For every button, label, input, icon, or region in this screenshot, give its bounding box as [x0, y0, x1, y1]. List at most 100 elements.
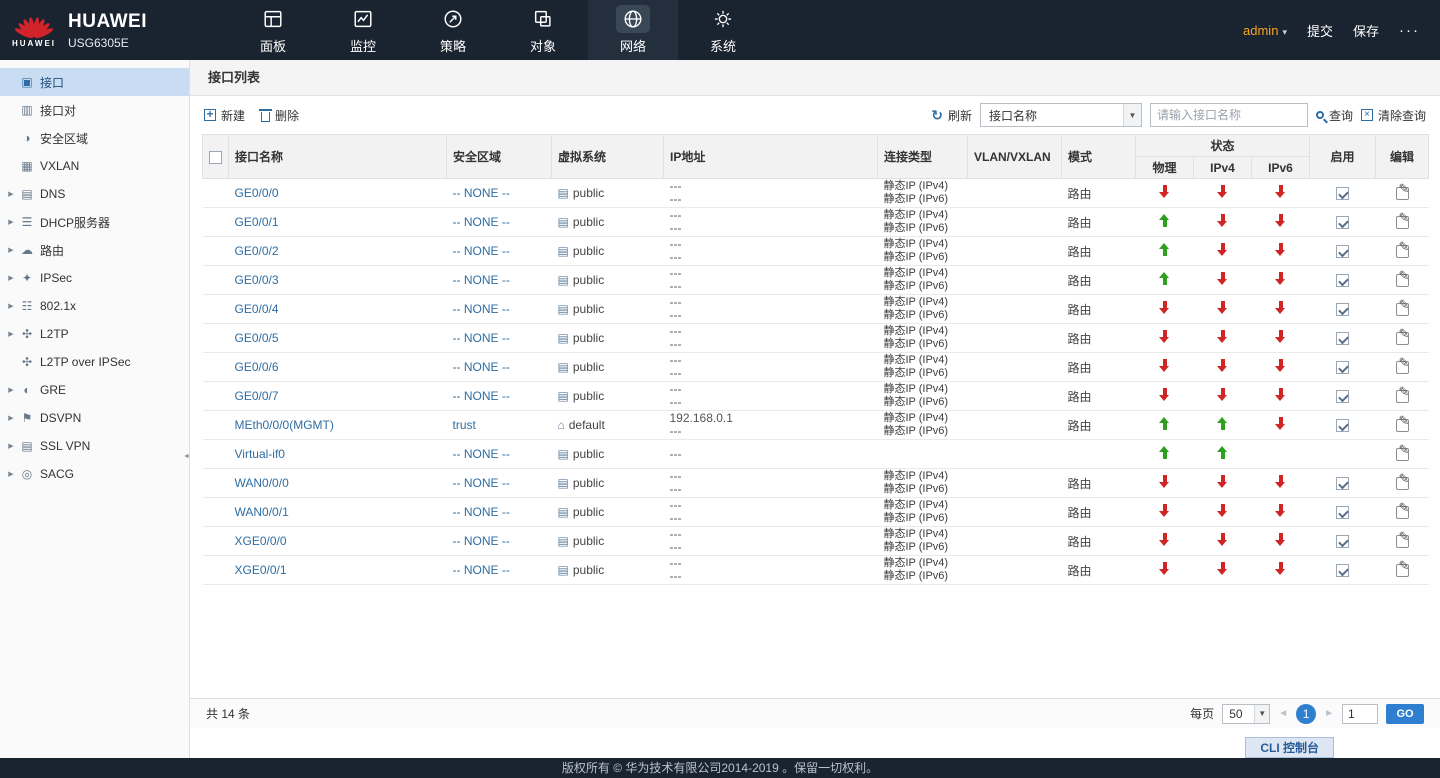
edit-icon[interactable]	[1396, 245, 1409, 258]
enable-checkbox[interactable]	[1336, 506, 1349, 519]
sidebar-item-l2tp-over-ipsec[interactable]: ▶ ✣ L2TP over IPSec	[0, 348, 189, 376]
zone-link[interactable]: -- NONE --	[453, 302, 510, 316]
edit-icon[interactable]	[1396, 564, 1409, 577]
interface-name-link[interactable]: XGE0/0/0	[235, 534, 287, 548]
per-page-select[interactable]: 50 ▼	[1222, 704, 1270, 724]
sidebar-item-sacg[interactable]: ▶ ◎ SACG	[0, 460, 189, 488]
expand-caret-icon[interactable]: ▶	[0, 470, 18, 478]
expand-caret-icon[interactable]: ▶	[0, 442, 18, 450]
prev-page-button[interactable]: ◄	[1278, 708, 1288, 719]
edit-icon[interactable]	[1396, 303, 1409, 316]
enable-checkbox[interactable]	[1336, 332, 1349, 345]
save-button[interactable]: 保存	[1353, 21, 1379, 40]
sidebar-item-l2tp[interactable]: ▶ ✣ L2TP	[0, 320, 189, 348]
nav-tab-policy[interactable]: 策略	[408, 0, 498, 60]
expand-caret-icon[interactable]: ▶	[0, 274, 18, 282]
select-all-checkbox[interactable]	[209, 151, 222, 164]
expand-caret-icon[interactable]: ▶	[0, 330, 18, 338]
interface-name-link[interactable]: WAN0/0/0	[235, 476, 289, 490]
enable-checkbox[interactable]	[1336, 187, 1349, 200]
query-button[interactable]: 查询	[1316, 107, 1353, 124]
edit-icon[interactable]	[1396, 448, 1409, 461]
enable-checkbox[interactable]	[1336, 274, 1349, 287]
interface-name-link[interactable]: GE0/0/2	[235, 244, 279, 258]
edit-icon[interactable]	[1396, 361, 1409, 374]
clear-query-button[interactable]: ×清除查询	[1361, 107, 1426, 124]
next-page-button[interactable]: ►	[1324, 708, 1334, 719]
search-input[interactable]	[1150, 103, 1308, 127]
cli-console-button[interactable]: CLI 控制台	[1245, 737, 1334, 758]
enable-checkbox[interactable]	[1336, 535, 1349, 548]
enable-checkbox[interactable]	[1336, 390, 1349, 403]
sidebar-item-dsvpn[interactable]: ▶ ⚑ DSVPN	[0, 404, 189, 432]
enable-checkbox[interactable]	[1336, 216, 1349, 229]
nav-tab-dashboard[interactable]: 面板	[228, 0, 318, 60]
edit-icon[interactable]	[1396, 274, 1409, 287]
zone-link[interactable]: -- NONE --	[453, 563, 510, 577]
sidebar-item-vxlan[interactable]: ▶ ▦ VXLAN	[0, 152, 189, 180]
sidebar-item-dns[interactable]: ▶ ▤ DNS	[0, 180, 189, 208]
zone-link[interactable]: -- NONE --	[453, 186, 510, 200]
sidebar-item-route[interactable]: ▶ ☁ 路由	[0, 236, 189, 264]
enable-checkbox[interactable]	[1336, 245, 1349, 258]
interface-name-link[interactable]: GE0/0/5	[235, 331, 279, 345]
go-button[interactable]: GO	[1386, 704, 1424, 724]
zone-link[interactable]: -- NONE --	[453, 389, 510, 403]
refresh-button[interactable]: ↻刷新	[931, 107, 972, 124]
zone-link[interactable]: -- NONE --	[453, 244, 510, 258]
user-menu[interactable]: admin▾	[1243, 23, 1287, 38]
interface-name-link[interactable]: GE0/0/4	[235, 302, 279, 316]
sidebar-item-interface-pair[interactable]: ▶ ▥ 接口对	[0, 96, 189, 124]
zone-link[interactable]: -- NONE --	[453, 505, 510, 519]
nav-tab-object[interactable]: 对象	[498, 0, 588, 60]
zone-link[interactable]: -- NONE --	[453, 360, 510, 374]
sidebar-item-security-zone[interactable]: ▶ ◑ 安全区域	[0, 124, 189, 152]
edit-icon[interactable]	[1396, 419, 1409, 432]
interface-name-link[interactable]: MEth0/0/0(MGMT)	[235, 418, 334, 432]
interface-name-link[interactable]: Virtual-if0	[235, 447, 285, 461]
nav-tab-monitor[interactable]: 监控	[318, 0, 408, 60]
edit-icon[interactable]	[1396, 216, 1409, 229]
sidebar-item-dhcp-server[interactable]: ▶ ☰ DHCP服务器	[0, 208, 189, 236]
sidebar-item-dot1x[interactable]: ▶ ☷ 802.1x	[0, 292, 189, 320]
zone-link[interactable]: -- NONE --	[453, 273, 510, 287]
interface-name-link[interactable]: WAN0/0/1	[235, 505, 289, 519]
edit-icon[interactable]	[1396, 332, 1409, 345]
edit-icon[interactable]	[1396, 187, 1409, 200]
zone-link[interactable]: -- NONE --	[453, 447, 510, 461]
interface-name-link[interactable]: GE0/0/7	[235, 389, 279, 403]
more-menu-button[interactable]: ···	[1399, 22, 1420, 39]
edit-icon[interactable]	[1396, 535, 1409, 548]
zone-link[interactable]: -- NONE --	[453, 476, 510, 490]
current-page[interactable]: 1	[1296, 704, 1316, 724]
expand-caret-icon[interactable]: ▶	[0, 190, 18, 198]
edit-icon[interactable]	[1396, 506, 1409, 519]
sidebar-item-interface[interactable]: ▶ ▣ 接口	[0, 68, 189, 96]
page-input[interactable]	[1342, 704, 1378, 724]
enable-checkbox[interactable]	[1336, 419, 1349, 432]
zone-link[interactable]: trust	[453, 418, 476, 432]
edit-icon[interactable]	[1396, 390, 1409, 403]
delete-button[interactable]: 删除	[261, 107, 299, 124]
sidebar-item-ipsec[interactable]: ▶ ✦ IPSec	[0, 264, 189, 292]
interface-name-link[interactable]: GE0/0/3	[235, 273, 279, 287]
interface-name-link[interactable]: XGE0/0/1	[235, 563, 287, 577]
zone-link[interactable]: -- NONE --	[453, 534, 510, 548]
interface-name-link[interactable]: GE0/0/1	[235, 215, 279, 229]
interface-name-link[interactable]: GE0/0/6	[235, 360, 279, 374]
zone-link[interactable]: -- NONE --	[453, 215, 510, 229]
zone-link[interactable]: -- NONE --	[453, 331, 510, 345]
interface-name-link[interactable]: GE0/0/0	[235, 186, 279, 200]
expand-caret-icon[interactable]: ▶	[0, 386, 18, 394]
expand-caret-icon[interactable]: ▶	[0, 218, 18, 226]
expand-caret-icon[interactable]: ▶	[0, 302, 18, 310]
edit-icon[interactable]	[1396, 477, 1409, 490]
enable-checkbox[interactable]	[1336, 477, 1349, 490]
nav-tab-system[interactable]: 系统	[678, 0, 768, 60]
sidebar-item-ssl-vpn[interactable]: ▶ ▤ SSL VPN	[0, 432, 189, 460]
enable-checkbox[interactable]	[1336, 361, 1349, 374]
expand-caret-icon[interactable]: ▶	[0, 414, 18, 422]
enable-checkbox[interactable]	[1336, 564, 1349, 577]
sidebar-item-gre[interactable]: ▶ ◐ GRE	[0, 376, 189, 404]
sidebar-collapse-handle[interactable]: ◄	[182, 444, 191, 468]
